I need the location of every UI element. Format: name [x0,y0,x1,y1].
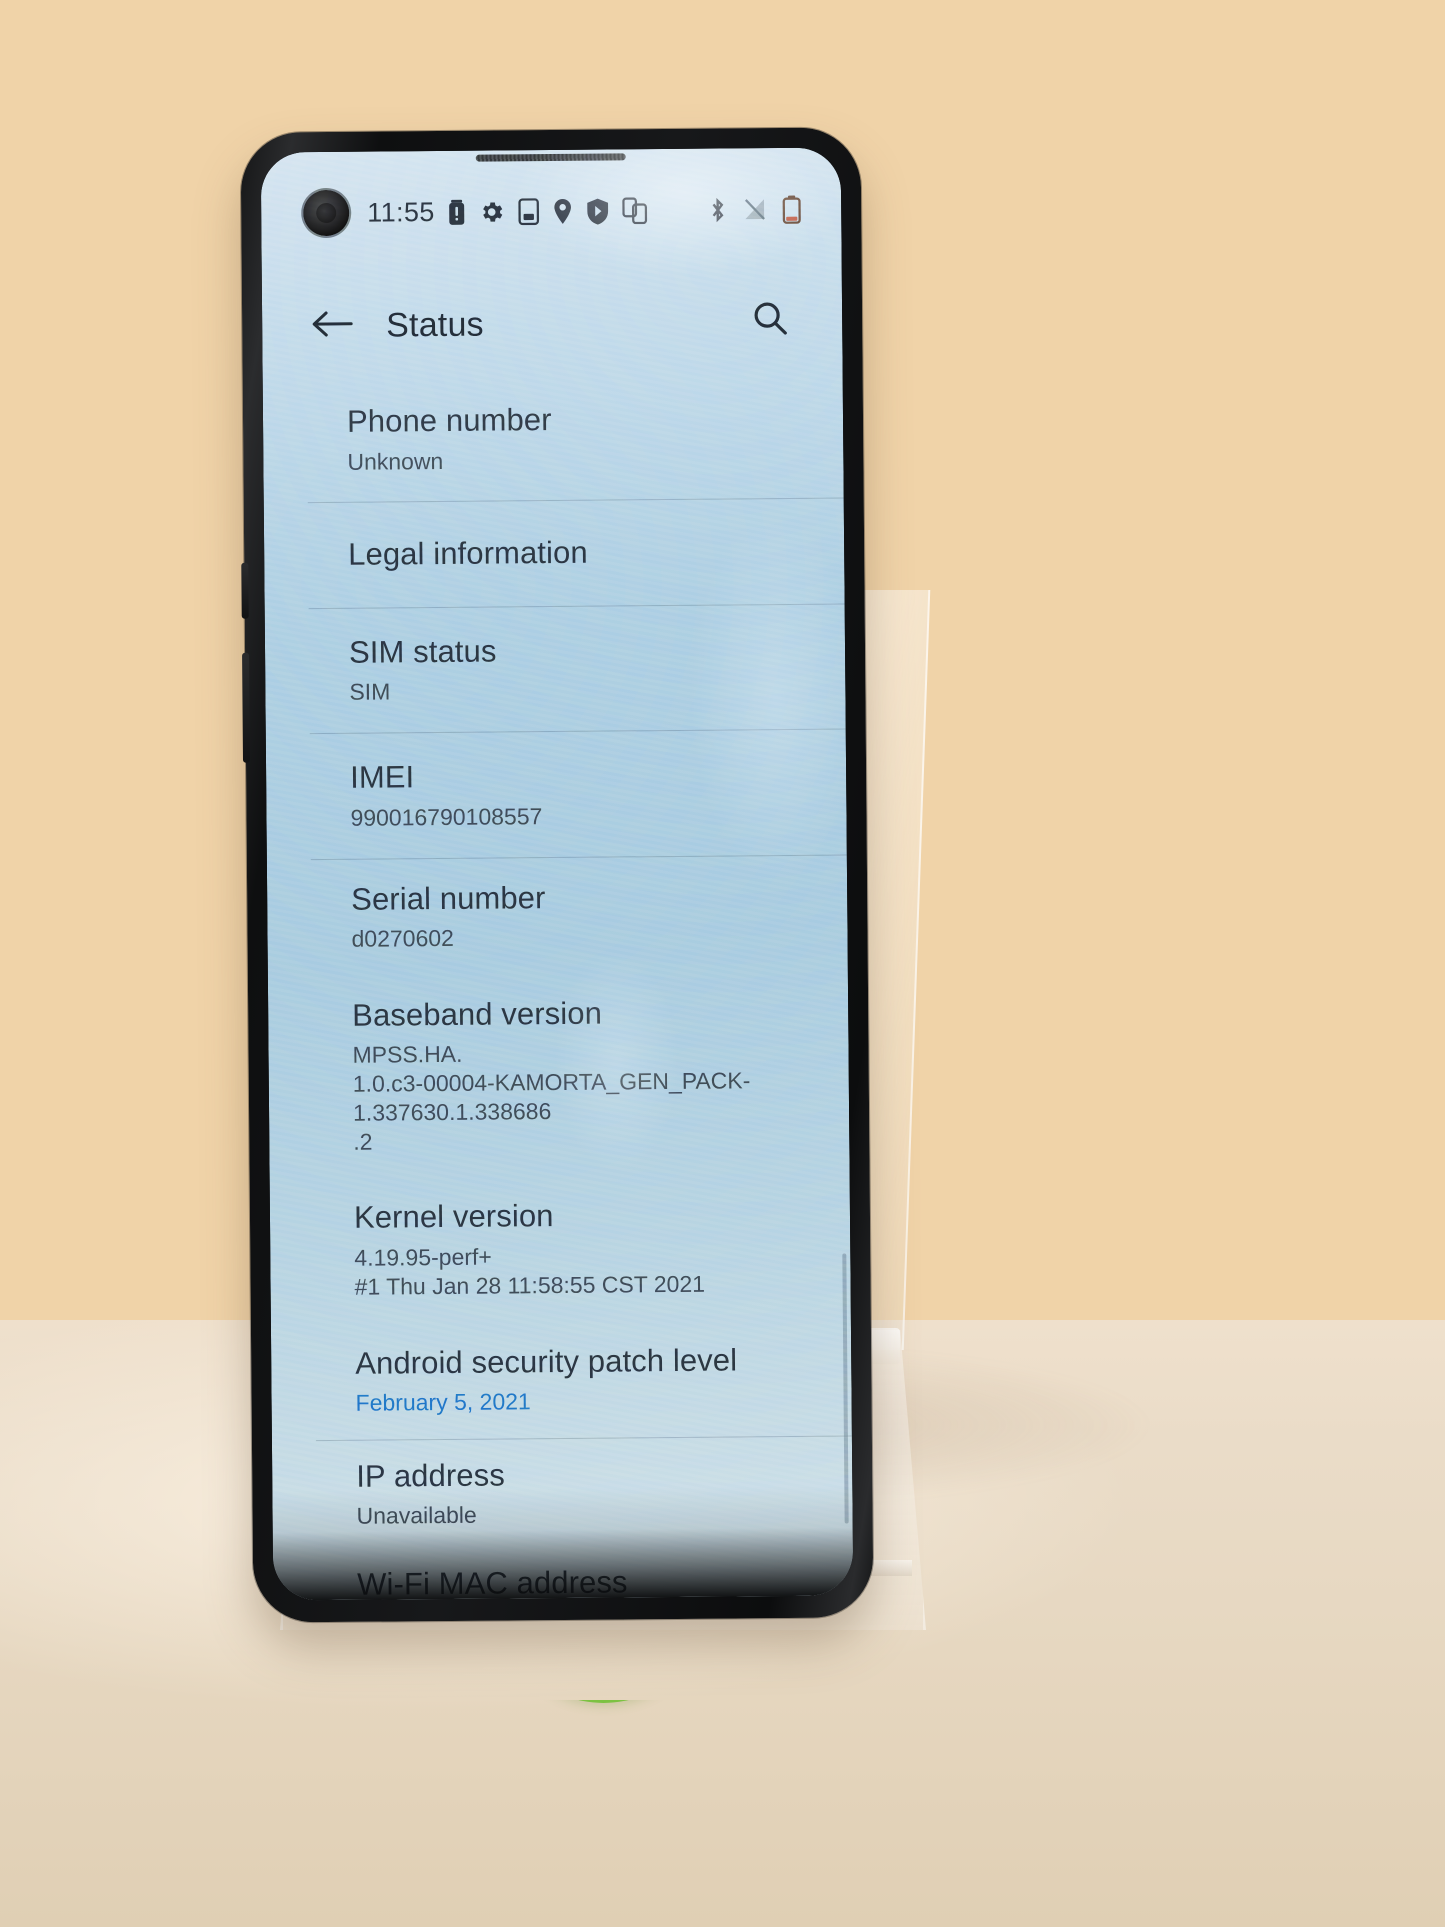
green-plug-logo [496,1700,711,1703]
list-item-label: SIM status [348,633,497,670]
list-item-value: Unavailable [356,1502,477,1530]
list-item-value: SIM [349,678,391,706]
app-bar: Status [262,267,843,380]
status-bar-left: 11:55 [367,195,647,228]
list-item-value: 990016790108557 [350,802,543,831]
list-item-value[interactable]: February 5, 2021 [355,1385,797,1418]
list-item-ip-address[interactable]: IP address Unavailable [272,1436,853,1549]
battery-saver-icon [448,198,465,225]
list-item-value: d0270602 [351,925,455,952]
list-item-label: Phone number [346,402,552,439]
list-item-serial-number[interactable]: Serial number d0270602 [267,855,848,976]
list-item-value: Unknown [347,447,444,475]
phone-glass: 11:55 Status Phone number Unknown Legal … [260,147,854,1601]
status-bar-clock: 11:55 [367,196,435,228]
list-item-phone-number[interactable]: Phone number Unknown [263,373,844,502]
list-item-value: 4.19.95-perf+ #1 Thu Jan 28 11:58:55 CST… [354,1243,706,1300]
search-icon [749,297,793,346]
list-item-imei[interactable]: IMEI 990016790108557 [266,730,847,859]
list-item-label: IP address [356,1457,506,1494]
status-bar-right [708,194,801,224]
bluetooth-icon [708,196,727,223]
list-item-sim-status[interactable]: SIM status SIM [265,604,846,733]
list-item-baseband-version[interactable]: Baseband version MPSS.HA. 1.0.c3-00004-K… [268,971,850,1179]
earpiece-speaker [475,153,626,162]
page-title: Status [386,305,484,344]
sim-card-icon [517,197,539,225]
list-item-label: Kernel version [353,1198,554,1236]
list-item-android-security-patch-level[interactable]: Android security patch level February 5,… [271,1319,852,1440]
list-item-label: Serial number [351,879,546,917]
photo-scene: 11:55 Status Phone number Unknown Legal … [0,0,1445,1927]
list-item-label: Android security patch level [355,1341,738,1381]
list-item-label: IMEI [349,759,415,796]
volume-down-button[interactable] [242,652,251,763]
volume-up-button[interactable] [241,562,249,619]
search-button[interactable] [746,297,796,347]
back-button[interactable] [308,302,356,350]
list-item-legal-information[interactable]: Legal information [264,499,845,609]
gear-icon [478,198,505,225]
back-arrow-icon [311,307,353,344]
list-item-value: MPSS.HA. 1.0.c3-00004-KAMORTA_GEN_PACK-1… [352,1041,751,1155]
list-item-wifi-mac-address[interactable]: Wi-Fi MAC address 5c:17:cf:32:39:d7 [273,1545,853,1601]
signal-off-icon [742,196,767,223]
list-item-label: Legal information [348,535,588,573]
status-list[interactable]: Phone number Unknown Legal information S… [263,373,854,1601]
stand-logo-area [430,1700,810,1927]
list-item-kernel-version[interactable]: Kernel version 4.19.95-perf+ #1 Thu Jan … [270,1174,851,1324]
status-bar: 11:55 [261,181,841,240]
location-pin-icon [552,197,573,224]
list-item-label: Baseband version [352,995,603,1033]
list-item-label: Wi-Fi MAC address [357,1564,628,1601]
battery-low-icon [782,194,801,224]
shield-icon [586,197,609,225]
smartphone: 11:55 Status Phone number Unknown Legal … [240,127,874,1623]
cast-screen-icon [621,196,647,224]
phone-screen[interactable]: 11:55 Status Phone number Unknown Legal … [260,147,854,1601]
